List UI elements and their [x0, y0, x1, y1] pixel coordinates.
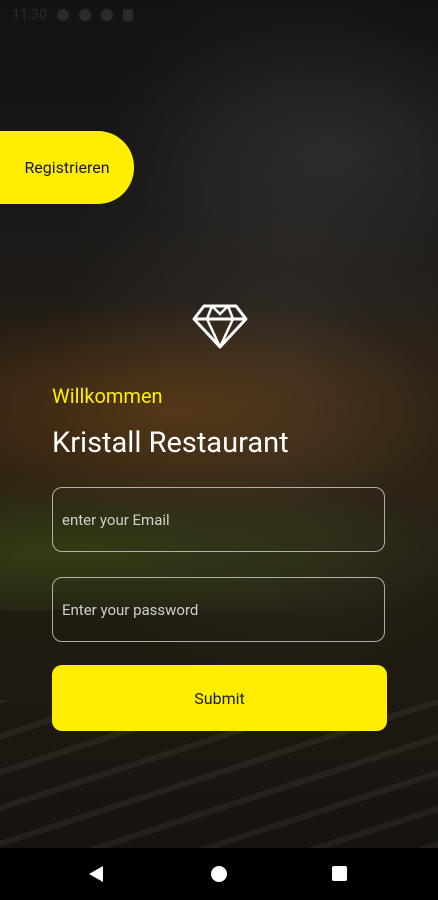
home-circle-icon[interactable]	[211, 866, 227, 882]
password-field[interactable]	[52, 577, 385, 642]
welcome-text: Willkommen	[52, 384, 163, 408]
back-triangle-icon[interactable]	[89, 866, 103, 882]
register-button[interactable]: Registrieren	[0, 131, 134, 204]
diamond-logo-icon	[192, 304, 248, 349]
app-notification-icon	[78, 9, 91, 21]
settings-notification-icon	[100, 9, 113, 21]
status-time: 11:30	[12, 7, 47, 23]
register-button-label: Registrieren	[24, 158, 110, 177]
submit-button[interactable]: Submit	[52, 665, 387, 731]
submit-button-label: Submit	[194, 688, 245, 708]
page-title: Kristall Restaurant	[52, 426, 289, 460]
sd-card-icon	[122, 9, 133, 21]
email-field[interactable]	[52, 487, 385, 552]
status-bar: 11:30	[0, 0, 438, 30]
recents-square-icon[interactable]	[332, 866, 347, 881]
notification-icon	[56, 9, 69, 21]
